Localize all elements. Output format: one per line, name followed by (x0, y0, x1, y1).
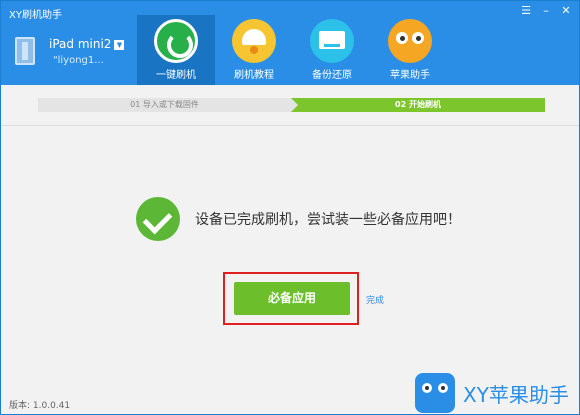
nav-apple-helper-label: 苹果助手 (390, 70, 430, 81)
nav-tutorial[interactable]: 刷机教程 (215, 15, 293, 85)
owl-icon (388, 19, 432, 63)
device-name-text: iPad mini2 (49, 37, 112, 51)
device-name[interactable]: iPad mini2 ▼ (49, 37, 125, 51)
version-label: 版本: 1.0.0.41 (9, 401, 71, 411)
nav-flash[interactable]: 一键刷机 (137, 15, 215, 85)
step-start-flash: 02 开始刷机 (291, 98, 545, 112)
success-message: 设备已完成刷机，尝试装一些必备应用吧！ (136, 197, 461, 241)
window-controls: ☰ – ✕ (519, 4, 573, 18)
ipad-icon (15, 37, 35, 65)
nav-flash-label: 一键刷机 (156, 70, 196, 81)
brand-watermark: XY苹果助手 (415, 373, 569, 413)
success-text: 设备已完成刷机，尝试装一些必备应用吧！ (195, 212, 461, 228)
menu-icon[interactable]: ☰ (519, 4, 533, 18)
app-title: XY刷机助手 (9, 10, 62, 21)
nav-apple-helper[interactable]: 苹果助手 (371, 15, 449, 85)
close-icon[interactable]: ✕ (559, 4, 573, 18)
backup-icon (310, 19, 354, 63)
dropdown-icon[interactable]: ▼ (114, 40, 125, 50)
progress-steps: 01 导入或下载固件 02 开始刷机 (38, 98, 545, 112)
app-window: XY刷机助手 ☰ – ✕ iPad mini2 ▼ "liyong1... 一键刷… (0, 0, 580, 415)
minimize-icon[interactable]: – (539, 4, 553, 18)
nav-backup[interactable]: 备份还原 (293, 15, 371, 85)
done-link[interactable]: 完成 (366, 293, 384, 306)
device-selector[interactable]: iPad mini2 ▼ "liyong1... (15, 37, 135, 77)
brand-text: XY苹果助手 (463, 382, 569, 407)
main-nav: 一键刷机 刷机教程 备份还原 苹果助手 (137, 15, 449, 85)
refresh-icon (154, 19, 198, 63)
device-account: "liyong1... (53, 55, 104, 66)
step-import-firmware: 01 导入或下载固件 (38, 98, 291, 112)
header: XY刷机助手 ☰ – ✕ iPad mini2 ▼ "liyong1... 一键刷… (1, 1, 579, 85)
divider (1, 125, 579, 126)
check-icon (136, 197, 180, 241)
lamp-icon (232, 19, 276, 63)
nav-tutorial-label: 刷机教程 (234, 70, 274, 81)
essential-apps-button[interactable]: 必备应用 (234, 282, 350, 315)
nav-backup-label: 备份还原 (312, 70, 352, 81)
brand-logo-icon (415, 373, 455, 413)
